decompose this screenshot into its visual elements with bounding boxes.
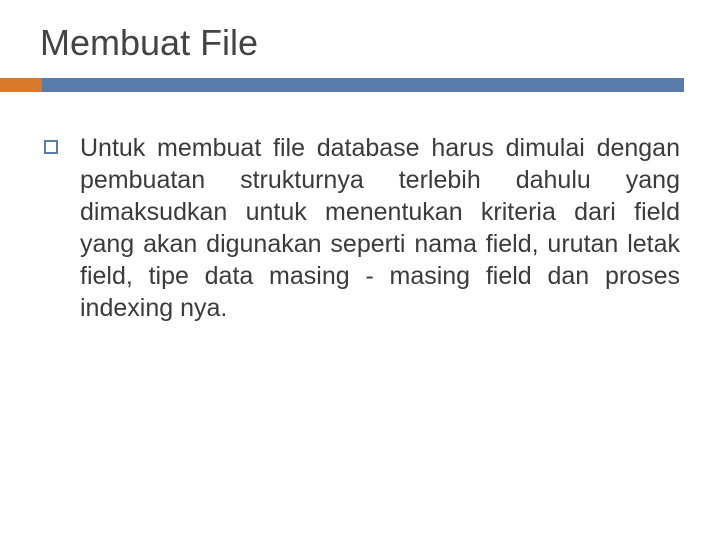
- divider-accent-blue: [42, 78, 684, 92]
- slide-title: Membuat File: [40, 22, 684, 64]
- bullet-text: Untuk membuat file database harus dimula…: [80, 132, 680, 324]
- bullet-square-icon: [44, 140, 58, 154]
- bullet-item: Untuk membuat file database harus dimula…: [44, 132, 680, 324]
- content-area: Untuk membuat file database harus dimula…: [36, 132, 684, 324]
- slide: Membuat File Untuk membuat file database…: [0, 0, 720, 540]
- divider-accent-orange: [0, 78, 42, 92]
- title-divider: [0, 78, 720, 92]
